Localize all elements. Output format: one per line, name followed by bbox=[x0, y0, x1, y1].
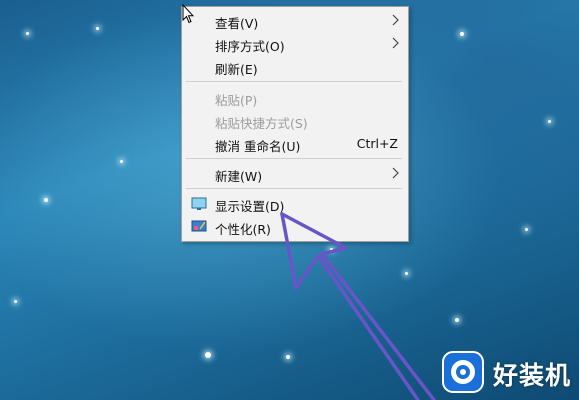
menu-item-label: 排序方式(O) bbox=[215, 39, 285, 54]
star bbox=[525, 228, 528, 231]
chevron-right-icon bbox=[392, 167, 399, 179]
menu-item-label: 显示设置(D) bbox=[215, 199, 285, 214]
display-settings-icon bbox=[191, 197, 207, 210]
star bbox=[405, 272, 408, 275]
menu-item-label: 粘贴快捷方式(S) bbox=[215, 116, 308, 131]
menu-separator bbox=[186, 158, 402, 159]
star bbox=[330, 248, 333, 251]
chevron-right-icon bbox=[392, 37, 399, 49]
star bbox=[455, 318, 459, 322]
star bbox=[44, 198, 48, 202]
menu-item-label: 粘贴(P) bbox=[215, 93, 258, 108]
menu-item-label: 个性化(R) bbox=[215, 222, 271, 237]
star bbox=[460, 32, 464, 36]
personalize-icon bbox=[191, 220, 207, 232]
watermark-text: 好装机 bbox=[493, 361, 572, 390]
star bbox=[548, 120, 551, 123]
mouse-cursor-icon bbox=[182, 4, 194, 24]
desktop-context-menu: 查看(V) 排序方式(O) 刷新(E) 粘贴(P) 粘贴快捷方式(S) 撤消 重… bbox=[181, 6, 409, 242]
watermark: 好装机 bbox=[441, 350, 579, 396]
menu-item-sort-by[interactable]: 排序方式(O) bbox=[182, 33, 408, 55]
menu-item-paste[interactable]: 粘贴(P) bbox=[182, 87, 408, 109]
menu-separator bbox=[186, 188, 402, 189]
chevron-right-icon bbox=[392, 14, 399, 26]
menu-item-undo-rename[interactable]: 撤消 重命名(U) Ctrl+Z bbox=[182, 133, 408, 155]
star bbox=[96, 27, 99, 30]
menu-item-view[interactable]: 查看(V) bbox=[182, 10, 408, 32]
menu-item-label: 查看(V) bbox=[215, 16, 259, 31]
menu-item-personalize[interactable]: 个性化(R) bbox=[182, 216, 408, 238]
star bbox=[205, 352, 211, 358]
menu-item-label: 撤消 重命名(U) bbox=[215, 139, 301, 154]
watermark-logo-icon bbox=[442, 351, 484, 393]
star bbox=[120, 160, 123, 163]
menu-item-refresh[interactable]: 刷新(E) bbox=[182, 56, 408, 78]
menu-item-paste-shortcut[interactable]: 粘贴快捷方式(S) bbox=[182, 110, 408, 132]
menu-item-new[interactable]: 新建(W) bbox=[182, 163, 408, 185]
star bbox=[286, 355, 290, 359]
menu-item-label: 新建(W) bbox=[215, 169, 263, 184]
menu-item-display-settings[interactable]: 显示设置(D) bbox=[182, 193, 408, 215]
menu-separator bbox=[186, 81, 402, 82]
menu-item-label: 刷新(E) bbox=[215, 62, 258, 77]
star bbox=[14, 300, 17, 303]
menu-item-shortcut: Ctrl+Z bbox=[356, 136, 398, 151]
star bbox=[26, 32, 29, 35]
